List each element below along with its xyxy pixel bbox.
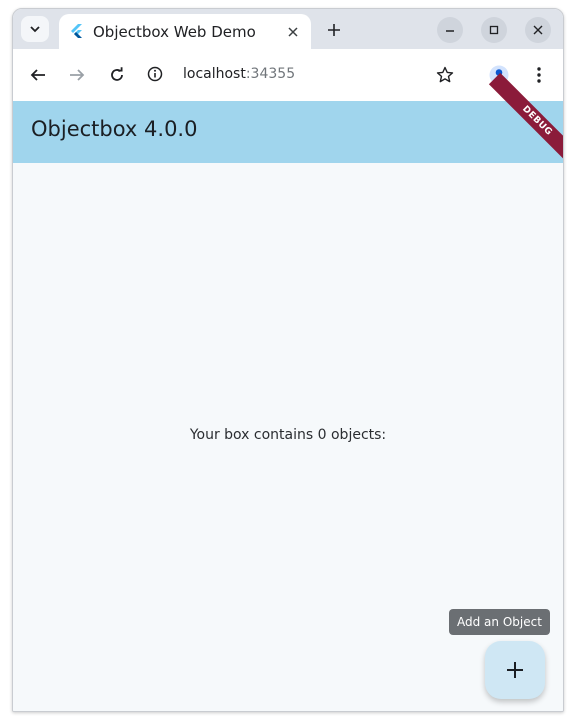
forward-button[interactable] xyxy=(65,63,89,87)
tab-objectbox-web-demo[interactable]: Objectbox Web Demo xyxy=(59,14,311,50)
new-tab-button[interactable] xyxy=(323,19,345,41)
address-bar[interactable]: localhost:34355 xyxy=(143,57,483,91)
fab-tooltip: Add an Object xyxy=(449,609,550,635)
arrow-left-icon xyxy=(30,69,45,81)
app-title: Objectbox 4.0.0 xyxy=(31,117,198,141)
app-viewport: Objectbox 4.0.0 DEBUG Your box contains … xyxy=(13,72,563,711)
close-tab-button[interactable] xyxy=(285,24,301,40)
minimize-button[interactable] xyxy=(437,17,463,43)
site-info-button[interactable] xyxy=(143,62,167,86)
chevron-down-icon xyxy=(30,26,40,33)
back-button[interactable] xyxy=(26,63,50,87)
menu-button[interactable] xyxy=(527,63,551,87)
flutter-icon xyxy=(71,24,82,38)
reload-icon xyxy=(111,67,123,81)
info-icon xyxy=(147,66,163,82)
minimize-icon xyxy=(446,30,454,32)
object-count-text: Your box contains 0 objects: xyxy=(189,427,387,443)
fab-tooltip-label: Add an Object xyxy=(457,615,542,629)
close-icon xyxy=(533,25,543,35)
more-vert-icon xyxy=(537,67,541,83)
reload-button[interactable] xyxy=(105,63,129,87)
tab-title: Objectbox Web Demo xyxy=(93,23,256,41)
close-window-button[interactable] xyxy=(525,17,551,43)
add-object-button[interactable] xyxy=(485,641,545,699)
plus-icon xyxy=(328,24,340,36)
tab-strip: Objectbox Web Demo xyxy=(13,9,563,50)
maximize-icon xyxy=(489,25,499,35)
browser-window: Objectbox Web Demo localhost:34355 Obje… xyxy=(12,8,564,712)
url-host: localhost xyxy=(183,66,246,82)
plus-icon xyxy=(507,662,523,678)
star-icon xyxy=(436,66,454,83)
tab-search-button[interactable] xyxy=(21,16,49,42)
close-icon xyxy=(288,27,298,37)
maximize-button[interactable] xyxy=(481,17,507,43)
app-bar: Objectbox 4.0.0 xyxy=(13,101,563,163)
bookmark-button[interactable] xyxy=(433,63,457,87)
url-port: :34355 xyxy=(245,66,296,82)
arrow-right-icon xyxy=(70,69,85,81)
browser-toolbar: localhost:34355 xyxy=(13,49,563,101)
